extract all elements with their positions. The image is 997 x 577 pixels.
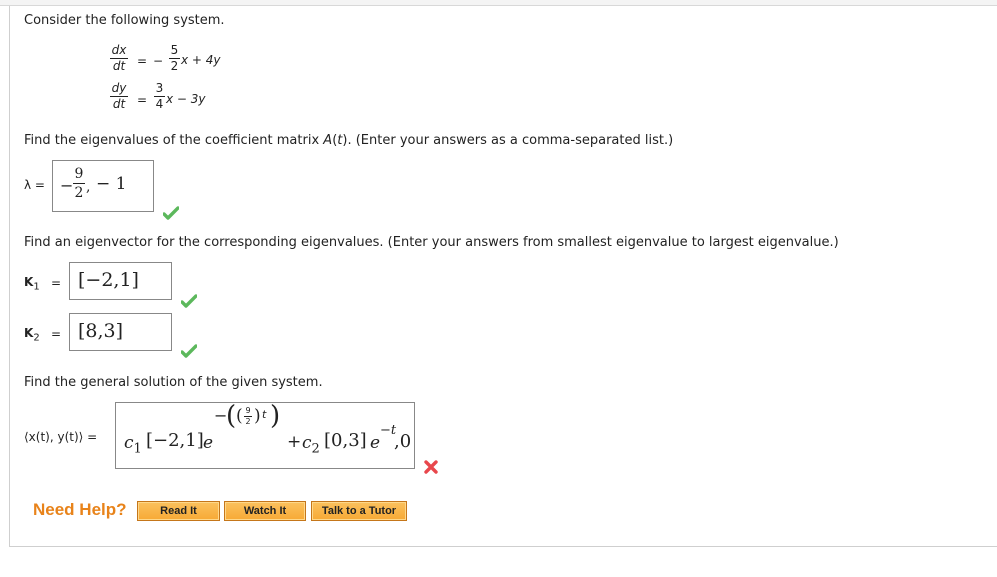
eq1-coef-den: 2 [170,59,179,73]
eq2-coef-num: 3 [155,81,164,95]
k2-label: K2 [24,326,40,344]
eq1-coef-num: 5 [170,43,179,57]
general-solution-answer-field[interactable]: c1 [−2,1] e − ( ( 9 2 ) t ) + c2 [0,3] e… [115,401,415,469]
eigenvalue-prompt: Find the eigenvalues of the coefficient … [24,133,674,148]
talk-to-tutor-button[interactable]: Talk to a Tutor [311,501,407,521]
k2-answer-field[interactable]: [8,3] [69,313,172,351]
solution-label: ⟨x(t), y(t)⟩ = [24,430,98,444]
correct-check-icon [181,294,197,308]
eq1-equals: = [137,54,148,68]
correct-check-icon [181,344,197,358]
eq2-lhs-num: dy [111,81,127,95]
lambda-label: λ = [24,178,45,192]
eq1-lhs-num: dx [111,43,127,57]
read-it-button[interactable]: Read It [137,501,220,521]
watch-it-button[interactable]: Watch It [224,501,306,521]
eigenvalue-answer-field[interactable]: − 9 2 , − 1 [52,160,154,212]
incorrect-x-icon [424,460,438,474]
correct-check-icon [163,206,179,220]
eq2-lhs-den: dt [112,97,126,111]
k1-label: K1 [24,275,40,293]
k1-answer-field[interactable]: [−2,1] [69,262,172,300]
eq2-rest: x − 3y [166,92,206,106]
eq1-sign: − [153,54,164,68]
eq1-lhs-den: dt [112,59,126,73]
eq2-coef-den: 4 [155,97,164,111]
eigenvector-prompt: Find an eigenvector for the correspondin… [24,235,839,250]
intro-text: Consider the following system. [24,13,225,28]
k1-equals: = [51,276,62,290]
eq2-equals: = [137,93,148,107]
k2-equals: = [51,327,62,341]
need-help-label: Need Help? [33,500,127,519]
eq1-rest: x + 4y [181,53,221,67]
general-solution-prompt: Find the general solution of the given s… [24,375,323,390]
